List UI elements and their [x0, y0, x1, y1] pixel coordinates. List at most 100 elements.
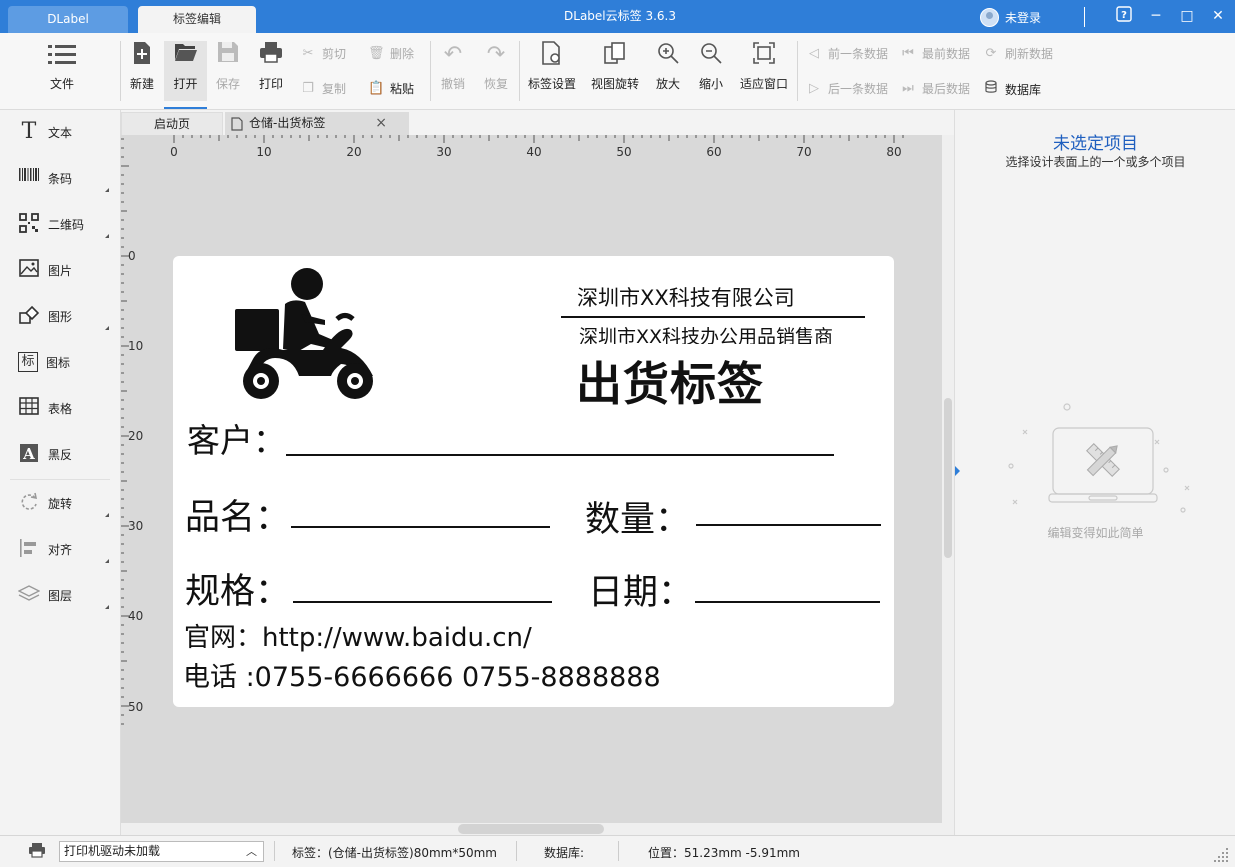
product-line — [291, 526, 550, 528]
zoom-in-button[interactable]: 放大 — [653, 41, 683, 92]
close-button[interactable]: ✕ — [1208, 6, 1228, 26]
tool-rotate[interactable]: 旋转 — [0, 481, 121, 525]
website-text[interactable]: 官网：http://www.baidu.cn/ — [184, 617, 532, 654]
quantity-label[interactable]: 数量： — [585, 491, 690, 542]
redo-label: 恢复 — [483, 77, 508, 91]
tool-text[interactable]: T 文本 — [0, 110, 121, 154]
tab-outbound-label[interactable]: 仓储-出货标签 × — [225, 112, 409, 135]
label-settings-button[interactable]: 标签设置 — [524, 41, 580, 92]
tool-icon[interactable]: 标 图标 — [0, 340, 121, 384]
database-button[interactable]: 数据库 — [983, 80, 1041, 98]
delete-button[interactable]: 🗑 删除 — [368, 45, 414, 62]
divider — [1084, 7, 1085, 27]
tool-align[interactable]: 对齐 — [0, 527, 121, 571]
next-record-label: 后一条数据 — [828, 82, 889, 96]
divider — [618, 841, 619, 861]
ruler-label: 20 — [128, 429, 143, 443]
app-title: DLabel云标签 3.6.3 — [564, 9, 676, 23]
copy-button[interactable]: ❐ 复制 — [300, 80, 346, 97]
prev-record-button[interactable]: ◁ 前一条数据 — [806, 45, 888, 62]
tool-invert[interactable]: A 黑反 — [0, 432, 121, 476]
horizontal-scrollbar[interactable] — [121, 823, 954, 835]
last-record-button[interactable]: ⏭ 最后数据 — [900, 80, 970, 97]
tool-table[interactable]: 表格 — [0, 386, 121, 430]
tool-qrcode[interactable]: 二维码 — [0, 202, 121, 246]
database-label: 数据库 — [1005, 82, 1042, 97]
tab-start-page[interactable]: 启动页 — [121, 112, 223, 135]
ruler-label: 40 — [128, 609, 143, 623]
company-subtitle[interactable]: 深圳市XX科技办公用品销售商 — [579, 322, 833, 344]
paste-button[interactable]: 📋 粘贴 — [368, 80, 414, 97]
fit-window-button[interactable]: 适应窗口 — [737, 41, 791, 92]
resize-grip-icon[interactable] — [1212, 846, 1230, 864]
first-record-button[interactable]: ⏮ 最前数据 — [900, 45, 970, 62]
shape-icon — [18, 305, 40, 327]
cut-label: 剪切 — [322, 47, 347, 61]
maximize-button[interactable]: □ — [1177, 6, 1197, 26]
phone-text[interactable]: 电话 :0755-6666666 0755-8888888 — [183, 655, 661, 694]
view-rotate-label: 视图旋转 — [590, 77, 639, 91]
open-button[interactable]: 打开 — [164, 41, 207, 109]
vertical-scrollbar[interactable] — [942, 135, 954, 823]
date-label[interactable]: 日期： — [588, 564, 693, 615]
undo-button[interactable]: ↶ 撤销 — [436, 41, 470, 92]
undo-label: 撤销 — [440, 77, 465, 91]
refresh-data-button[interactable]: ⟳ 刷新数据 — [983, 45, 1053, 62]
zoom-out-button[interactable]: 缩小 — [696, 41, 726, 92]
tool-text-label: 文本 — [48, 125, 73, 140]
tab-dlabel[interactable]: DLabel — [8, 6, 128, 33]
close-tab-icon[interactable]: × — [375, 112, 387, 135]
spec-label[interactable]: 规格： — [185, 563, 290, 614]
printer-driver-select[interactable]: 打印机驱动未加载 ︿ — [59, 841, 264, 862]
label-heading[interactable]: 出货标签 — [576, 348, 764, 414]
next-icon: ▷ — [809, 81, 819, 96]
print-button[interactable]: 打印 — [253, 41, 289, 92]
save-label: 保存 — [215, 77, 240, 91]
image-icon — [18, 259, 40, 281]
new-button[interactable]: 新建 — [124, 41, 160, 92]
tool-image[interactable]: 图片 — [0, 248, 121, 292]
zoom-out-label: 缩小 — [698, 77, 723, 91]
view-rotate-button[interactable]: 视图旋转 — [588, 41, 642, 92]
tab-label-edit[interactable]: 标签编辑 — [138, 6, 256, 33]
company-name[interactable]: 深圳市XX科技有限公司 — [577, 282, 795, 312]
ruler-label: 30 — [436, 145, 451, 157]
zoom-in-icon — [653, 41, 683, 69]
next-record-button[interactable]: ▷ 后一条数据 — [806, 80, 888, 97]
divider — [10, 479, 110, 480]
minimize-button[interactable]: ─ — [1146, 6, 1166, 26]
help-icon[interactable]: ? — [1114, 6, 1134, 26]
date-line — [695, 601, 880, 603]
cut-button[interactable]: ✂ 剪切 — [300, 45, 346, 62]
file-button[interactable]: 文件 — [40, 41, 84, 92]
user-login[interactable]: 未登录 — [980, 7, 1041, 27]
expand-icon — [105, 234, 109, 238]
label-card[interactable]: 深圳市XX科技有限公司 深圳市XX科技办公用品销售商 出货标签 客户： 品名： … — [173, 256, 894, 707]
tool-shape[interactable]: 图形 — [0, 294, 121, 338]
tool-layer[interactable]: 图层 — [0, 573, 121, 617]
redo-button[interactable]: ↷ 恢复 — [479, 41, 513, 92]
printer-icon[interactable] — [28, 842, 46, 861]
tool-layer-label: 图层 — [48, 588, 73, 603]
new-label: 新建 — [129, 77, 154, 91]
scroll-thumb[interactable] — [458, 824, 604, 834]
ruler-label: 30 — [128, 519, 143, 533]
collapse-panel-icon[interactable] — [955, 466, 960, 476]
scroll-thumb[interactable] — [944, 398, 952, 558]
svg-text:A: A — [22, 445, 35, 463]
tool-barcode[interactable]: 条码 — [0, 156, 121, 200]
redo-icon: ↷ — [486, 42, 506, 67]
database-status: 数据库: — [544, 846, 585, 860]
delivery-scooter-icon[interactable] — [233, 264, 378, 404]
ruler-label: 10 — [128, 339, 143, 353]
new-file-icon — [124, 41, 160, 69]
product-label[interactable]: 品名： — [185, 489, 290, 540]
copy-icon: ❐ — [302, 81, 314, 96]
qrcode-icon — [18, 213, 40, 235]
label-settings-label: 标签设置 — [527, 77, 576, 91]
label-size-info: 标签：(仓储-出货标签)80mm*50mm — [292, 846, 497, 860]
customer-label[interactable]: 客户： — [187, 414, 286, 462]
design-canvas[interactable]: 0 10 20 30 40 50 60 70 80 0 10 20 30 40 … — [121, 135, 942, 823]
save-button[interactable]: 保存 — [210, 41, 246, 92]
print-label: 打印 — [258, 77, 283, 91]
